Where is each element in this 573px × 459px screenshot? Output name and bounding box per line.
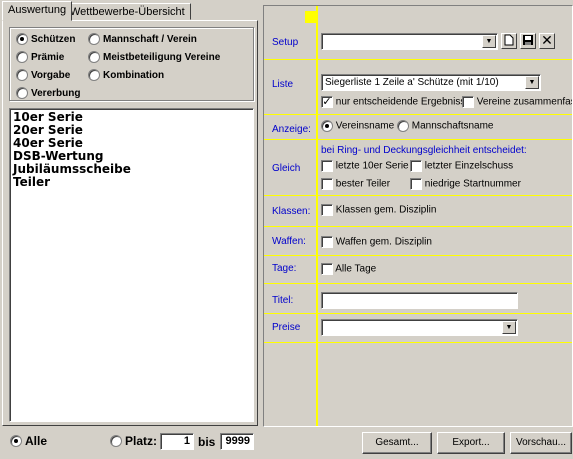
checkbox-box bbox=[321, 236, 333, 248]
new-document-icon[interactable] bbox=[501, 33, 517, 49]
vereine-zusammenfassen-checkbox[interactable]: Vereine zusammenfassen bbox=[462, 96, 572, 108]
list-item[interactable]: Teiler bbox=[13, 176, 250, 189]
gesamt-button[interactable]: Gesamt... bbox=[362, 432, 432, 454]
radio-dot bbox=[16, 69, 28, 82]
tab-auswertung[interactable]: Auswertung bbox=[2, 1, 73, 21]
save-icon[interactable] bbox=[520, 33, 536, 49]
guide-row bbox=[264, 226, 572, 227]
radio-dot bbox=[88, 33, 100, 46]
anzeige-label: Anzeige: bbox=[272, 124, 311, 135]
radio-praemie[interactable]: Prämie bbox=[16, 51, 64, 64]
settings-panel: Setup ▼ ✕ Liste Siegerliste 1 Zeile a' S… bbox=[263, 5, 573, 427]
gleich-hint: bei Ring- und Deckungsgleichheit entsche… bbox=[321, 145, 527, 156]
radio-dot bbox=[10, 435, 22, 447]
preise-label: Preise bbox=[272, 322, 301, 333]
preise-combo[interactable]: ▼ bbox=[321, 319, 518, 336]
radio-dot bbox=[16, 51, 28, 64]
platz-range-bar: Alle Platz: 1 bis 9999 bbox=[0, 428, 258, 456]
radio-dot bbox=[88, 69, 100, 82]
checkbox-box bbox=[321, 204, 333, 216]
guide-marker bbox=[305, 11, 317, 23]
guide-row bbox=[264, 342, 572, 343]
titel-input[interactable] bbox=[321, 292, 518, 309]
wertung-listbox[interactable]: 10er Serie 20er Serie 40er Serie DSB-Wer… bbox=[9, 108, 254, 422]
titel-label: Titel: bbox=[272, 295, 294, 306]
tab-panel-auswertung: Schützen Mannschaft / Verein Prämie Meis… bbox=[2, 20, 258, 426]
checkbox-box bbox=[321, 178, 333, 190]
radio-alle[interactable]: Alle bbox=[10, 434, 47, 448]
liste-label: Liste bbox=[272, 79, 294, 90]
guide-row bbox=[264, 114, 572, 115]
radio-vererbung[interactable]: Vererbung bbox=[16, 87, 80, 100]
klassen-label: Klassen: bbox=[272, 206, 311, 217]
niedrige-startnummer-checkbox[interactable]: niedrige Startnummer bbox=[410, 178, 521, 190]
setup-label: Setup bbox=[272, 37, 299, 48]
tab-wettbewerbe-uebersicht[interactable]: Wettbewerbe-Übersicht bbox=[64, 3, 191, 20]
gleich-label: Gleich bbox=[272, 163, 301, 174]
radio-dot bbox=[321, 120, 333, 132]
guide-column bbox=[316, 6, 318, 426]
export-button[interactable]: Export... bbox=[437, 432, 505, 454]
waffen-disziplin-checkbox[interactable]: Waffen gem. Disziplin bbox=[321, 236, 432, 248]
vorschau-button[interactable]: Vorschau... bbox=[510, 432, 572, 454]
radio-dot bbox=[16, 33, 28, 46]
guide-row bbox=[264, 313, 572, 314]
checkbox-box bbox=[462, 96, 474, 108]
platz-to-input[interactable]: 9999 bbox=[220, 433, 254, 450]
radio-vereinsname[interactable]: Vereinsname bbox=[321, 120, 394, 132]
radio-dot bbox=[397, 120, 409, 132]
radio-kombination[interactable]: Kombination bbox=[88, 69, 164, 82]
radio-schuetzen[interactable]: Schützen bbox=[16, 33, 75, 46]
klassen-disziplin-checkbox[interactable]: Klassen gem. Disziplin bbox=[321, 204, 436, 216]
chevron-down-icon[interactable]: ▼ bbox=[482, 35, 496, 48]
close-icon[interactable]: ✕ bbox=[539, 33, 555, 49]
alle-tage-checkbox[interactable]: Alle Tage bbox=[321, 263, 376, 275]
bester-teiler-checkbox[interactable]: bester Teiler bbox=[321, 178, 390, 190]
tage-label: Tage: bbox=[272, 263, 297, 274]
liste-combo[interactable]: Siegerliste 1 Zeile a' Schütze (mit 1/10… bbox=[321, 74, 541, 91]
guide-row bbox=[264, 195, 572, 196]
checkbox-box bbox=[321, 263, 333, 275]
checkbox-box bbox=[410, 160, 422, 172]
checkbox-box bbox=[410, 178, 422, 190]
letzter-einzelschuss-checkbox[interactable]: letzter Einzelschuss bbox=[410, 160, 513, 172]
radio-platz[interactable]: Platz: bbox=[110, 434, 157, 448]
guide-row bbox=[264, 139, 572, 140]
guide-row bbox=[264, 283, 572, 284]
guide-row bbox=[264, 59, 572, 60]
guide-row bbox=[264, 255, 572, 256]
radio-mannschaft-verein[interactable]: Mannschaft / Verein bbox=[88, 33, 197, 46]
waffen-label: Waffen: bbox=[272, 236, 306, 247]
platz-from-input[interactable]: 1 bbox=[160, 433, 194, 450]
radio-dot bbox=[110, 435, 122, 447]
radio-mannschaftsname[interactable]: Mannschaftsname bbox=[397, 120, 494, 132]
checkbox-box bbox=[321, 160, 333, 172]
nur-entscheidende-checkbox[interactable]: ✓ nur entscheidende Ergebnisse bbox=[321, 96, 471, 108]
bis-label: bis bbox=[198, 435, 216, 449]
radio-dot bbox=[16, 87, 28, 100]
radio-meistbeteiligung[interactable]: Meistbeteiligung Vereine bbox=[88, 51, 220, 64]
radio-dot bbox=[88, 51, 100, 64]
chevron-down-icon[interactable]: ▼ bbox=[525, 76, 539, 89]
chevron-down-icon[interactable]: ▼ bbox=[502, 321, 516, 334]
setup-combo[interactable]: ▼ bbox=[321, 33, 498, 50]
check-icon: ✓ bbox=[321, 96, 333, 108]
radio-vorgabe[interactable]: Vorgabe bbox=[16, 69, 70, 82]
letzte-serie-checkbox[interactable]: letzte 10er Serie bbox=[321, 160, 409, 172]
mode-radio-group: Schützen Mannschaft / Verein Prämie Meis… bbox=[9, 27, 254, 101]
